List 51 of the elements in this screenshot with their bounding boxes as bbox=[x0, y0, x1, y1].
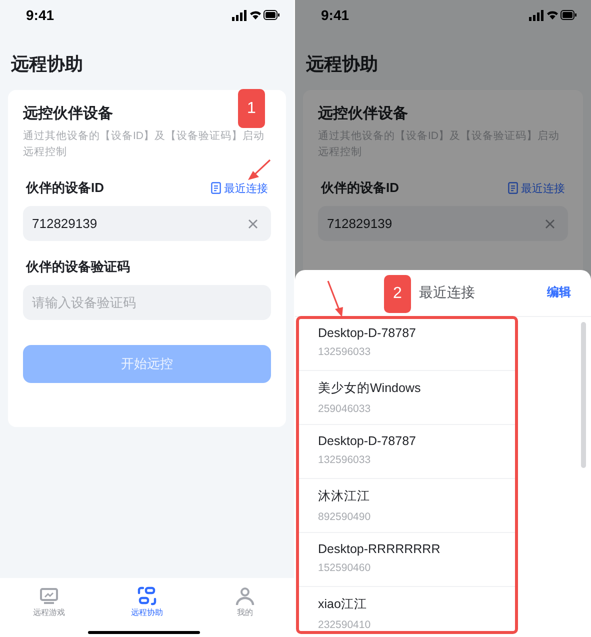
field-label: 伙伴的设备ID bbox=[26, 179, 104, 197]
page-title: 远程协助 bbox=[11, 53, 84, 76]
sheet-title: 最近连接 bbox=[419, 284, 475, 302]
card-description: 通过其他设备的【设备ID】及【设备验证码】启动远程控制 bbox=[23, 129, 266, 160]
connection-item[interactable]: Desktop-RRRRRRRR 152590460 bbox=[297, 533, 515, 587]
device-id: 232590410 bbox=[318, 619, 372, 631]
device-name: xiao江江 bbox=[318, 596, 368, 613]
connection-item[interactable]: Desktop-D-78787 132596033 bbox=[297, 317, 515, 371]
device-name: Desktop-RRRRRRRR bbox=[318, 542, 442, 556]
remote-link-icon bbox=[137, 586, 157, 606]
tab[interactable]: 远程游戏 bbox=[0, 578, 98, 637]
person-icon bbox=[235, 586, 255, 606]
step-badge: 1 bbox=[238, 89, 265, 128]
status-icons bbox=[529, 9, 577, 21]
list-icon bbox=[211, 182, 221, 194]
recent-connections-link[interactable]: 最近连接 bbox=[521, 180, 565, 196]
page-title: 远程协助 bbox=[306, 53, 379, 76]
field-label: 伙伴的设备验证码 bbox=[26, 258, 131, 276]
device-name: Desktop-D-78787 bbox=[318, 434, 417, 448]
device-name: Desktop-D-78787 bbox=[318, 326, 417, 340]
card-title: 远控伙伴设备 bbox=[318, 104, 408, 123]
device-id: 132596033 bbox=[318, 454, 372, 466]
verification-code-field[interactable]: 请输入设备验证码 bbox=[23, 285, 271, 320]
tab[interactable]: 远程协助 bbox=[98, 578, 196, 637]
recent-connections-link[interactable]: 最近连接 bbox=[224, 180, 268, 196]
status-time: 9:41 bbox=[321, 7, 350, 23]
status-icons bbox=[232, 9, 280, 21]
connection-item[interactable]: 美少女的Windows 259046033 bbox=[297, 371, 515, 425]
clear-icon[interactable] bbox=[545, 218, 555, 228]
connection-item[interactable]: xiao江江 232590410 bbox=[297, 587, 515, 637]
device-id: 152590460 bbox=[318, 562, 372, 574]
card-title: 远控伙伴设备 bbox=[23, 104, 113, 123]
step-badge: 2 bbox=[384, 275, 411, 313]
device-name: 美少女的Windows bbox=[318, 380, 422, 397]
device-id-field[interactable]: 712829139 bbox=[318, 206, 568, 241]
tab[interactable]: 我的 bbox=[196, 578, 294, 637]
clear-icon[interactable] bbox=[248, 218, 258, 228]
device-id-field[interactable]: 712829139 bbox=[23, 206, 271, 241]
device-name: 沐沐江江 bbox=[318, 488, 371, 505]
monitor-icon bbox=[39, 586, 59, 606]
connection-item[interactable]: Desktop-D-78787 132596033 bbox=[297, 425, 515, 479]
device-id: 892590490 bbox=[318, 511, 372, 523]
field-label: 伙伴的设备ID bbox=[321, 179, 399, 197]
connection-item[interactable]: 沐沐江江 892590490 bbox=[297, 479, 515, 533]
device-id: 259046033 bbox=[318, 403, 372, 415]
device-id: 132596033 bbox=[318, 346, 372, 358]
list-icon bbox=[508, 182, 518, 194]
arrow bbox=[326, 279, 346, 319]
status-time: 9:41 bbox=[26, 7, 54, 23]
arrow bbox=[247, 159, 271, 181]
edit-button[interactable]: 编辑 bbox=[547, 284, 571, 301]
